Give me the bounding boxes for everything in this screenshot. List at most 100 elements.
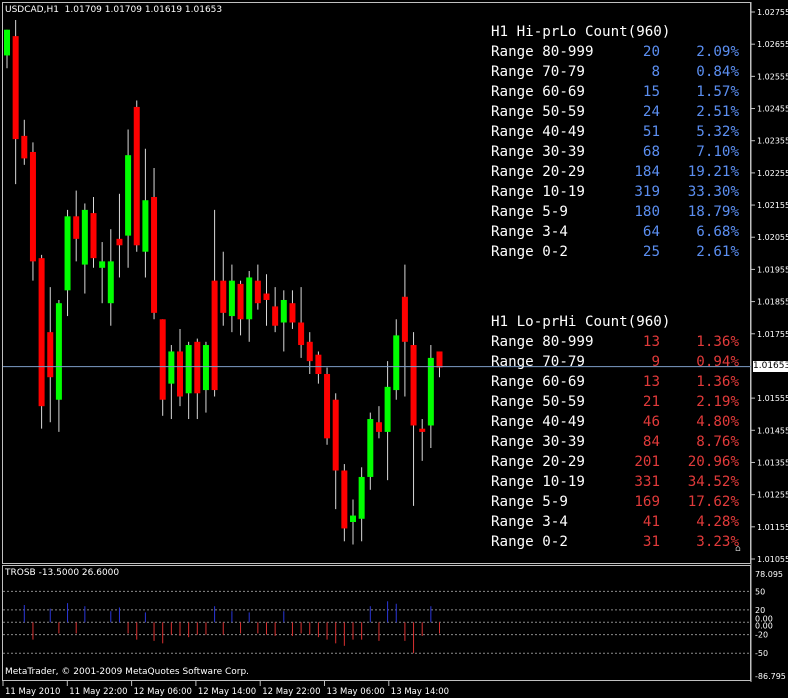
candle-body <box>332 399 339 471</box>
time-tick-label: 11 May 22:00 <box>69 687 127 697</box>
price-tick-label: 1.02355 <box>757 137 788 146</box>
range-percent: 2.09% <box>696 44 739 60</box>
range-label: Range 30-39 <box>491 144 585 160</box>
chart-header: USDCAD,H1 1.01709 1.01709 1.01619 1.0165… <box>5 5 223 15</box>
candle-body <box>107 261 114 304</box>
candle-body <box>81 209 88 265</box>
candle-body <box>4 29 10 56</box>
range-count: 84 <box>642 434 660 450</box>
range-label: Range 50-59 <box>491 394 585 410</box>
range-count: 331 <box>634 474 660 490</box>
candle-body <box>64 216 71 291</box>
indicator-tick-label: 50 <box>755 587 765 596</box>
range-count: 20 <box>642 44 660 60</box>
range-percent: 2.51% <box>696 104 739 120</box>
candle-body <box>142 200 149 252</box>
range-count: 201 <box>634 454 660 470</box>
candle-body <box>151 197 158 313</box>
indicator-axis: 78.09550200.000.00-20-50-86.795 <box>755 570 786 681</box>
candle-body <box>401 296 408 342</box>
range-percent: 17.62% <box>687 494 739 510</box>
candlestick-series <box>4 20 443 545</box>
range-label: Range 3-4 <box>491 514 568 530</box>
range-percent: 0.94% <box>696 354 739 370</box>
price-tick-label: 1.01955 <box>757 265 788 274</box>
range-count: 15 <box>642 84 660 100</box>
range-label: Range 5-9 <box>491 204 568 220</box>
range-percent: 2.61% <box>696 244 739 260</box>
indicator-tick-label: -86.795 <box>755 672 786 681</box>
candle-body <box>177 351 183 397</box>
range-label: Range 70-79 <box>491 354 585 370</box>
candle-body <box>436 351 443 368</box>
copyright-text: MetaTrader, © 2001-2009 MetaQuotes Softw… <box>5 667 250 677</box>
range-percent: 7.10% <box>696 144 739 160</box>
range-label: Range 40-49 <box>491 414 585 430</box>
range-count: 180 <box>634 204 660 220</box>
candle-body <box>99 261 106 268</box>
candle-body <box>21 135 28 159</box>
candle-body <box>73 216 80 239</box>
range-percent: 3.23% <box>696 534 739 550</box>
candle-body <box>211 280 218 391</box>
range-count: 46 <box>642 414 660 430</box>
candle-body <box>237 283 244 320</box>
range-percent: 33.30% <box>687 184 739 200</box>
range-percent: 6.68% <box>696 224 739 240</box>
indicator-tick-label: 0.00 <box>755 621 773 630</box>
candle-body <box>202 345 209 391</box>
range-label: Range 30-39 <box>491 434 585 450</box>
candle-body <box>315 354 322 374</box>
range-count: 13 <box>642 334 660 350</box>
range-label: Range 70-79 <box>491 64 585 80</box>
price-tick-label: 1.01055 <box>757 555 788 564</box>
candle-body <box>367 419 374 477</box>
range-percent: 18.79% <box>687 204 739 220</box>
stats-title: H1 Lo-prHi Count(960) <box>491 314 671 330</box>
indicator-levels <box>3 590 751 654</box>
range-label: Range 20-29 <box>491 454 585 470</box>
candle-body <box>90 213 97 259</box>
range-count: 51 <box>642 124 660 140</box>
range-count: 169 <box>634 494 660 510</box>
candle-body <box>38 258 45 407</box>
range-count: 31 <box>642 534 660 550</box>
candle-body <box>384 386 391 432</box>
price-tick-label: 1.01555 <box>757 394 788 403</box>
candle-body <box>125 155 132 236</box>
price-tick-label: 1.02655 <box>757 40 788 49</box>
range-count: 13 <box>642 374 660 390</box>
range-percent: 34.52% <box>687 474 739 490</box>
indicator-frame <box>2 565 751 681</box>
range-count: 9 <box>651 354 660 370</box>
time-tick-label: 12 May 22:00 <box>262 687 320 697</box>
range-label: Range 80-999 <box>491 44 594 60</box>
range-percent: 20.96% <box>687 454 739 470</box>
time-tick-label: 11 May 2010 <box>5 687 60 697</box>
range-percent: 4.80% <box>696 414 739 430</box>
indicator-tick-label: -20 <box>755 631 768 640</box>
time-tick-label: 13 May 14:00 <box>391 687 449 697</box>
candle-body <box>194 341 201 394</box>
range-count: 25 <box>642 244 660 260</box>
range-label: Range 40-49 <box>491 124 585 140</box>
range-label: Range 0-2 <box>491 534 568 550</box>
range-label: Range 10-19 <box>491 474 585 490</box>
range-count: 68 <box>642 144 660 160</box>
range-label: Range 60-69 <box>491 374 585 390</box>
candle-body <box>133 106 140 246</box>
candle-body <box>358 476 365 519</box>
price-axis: 1.02755 1.02655 1.02555 1.02455 1.02355 1.022… <box>751 8 788 564</box>
price-tick-label: 1.02555 <box>757 72 788 81</box>
range-percent: 1.36% <box>696 374 739 390</box>
candle-body <box>410 345 417 426</box>
price-tick-label: 1.02055 <box>757 233 788 242</box>
range-percent: 0.84% <box>696 64 739 80</box>
candle-body <box>220 280 227 313</box>
trosb-histogram <box>23 601 440 654</box>
candle-body <box>419 428 426 432</box>
range-label: Range 3-4 <box>491 224 568 240</box>
candle-body <box>350 515 356 522</box>
range-label: Range 10-19 <box>491 184 585 200</box>
range-percent: 1.36% <box>696 334 739 350</box>
